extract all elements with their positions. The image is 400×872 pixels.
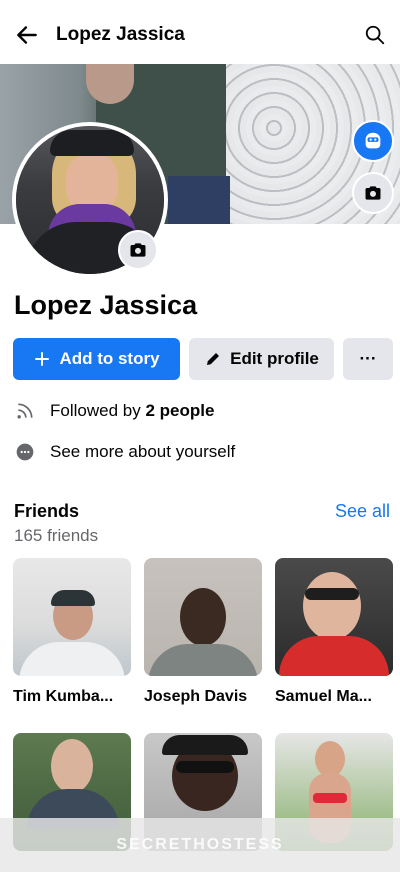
profile-name: Lopez Jassica <box>14 290 198 320</box>
friend-photo <box>13 558 131 676</box>
top-bar: Lopez Jassica <box>0 0 400 64</box>
friend-name: Tim Kumba... <box>13 688 114 705</box>
edit-profile-button[interactable]: Edit profile <box>189 338 334 380</box>
arrow-left-icon <box>17 26 37 44</box>
edit-profile-picture-button[interactable] <box>118 230 158 270</box>
search-button[interactable] <box>360 20 390 50</box>
add-to-story-button[interactable]: Add to story <box>13 338 180 380</box>
cover-jeans <box>168 176 230 224</box>
friend-name: Samuel Ma... <box>275 688 372 705</box>
friend-card[interactable]: Samuel Ma... <box>275 558 393 706</box>
friend-photo <box>275 558 393 676</box>
pencil-icon <box>204 350 222 368</box>
camera-icon <box>130 243 146 257</box>
friends-title: Friends <box>14 501 80 521</box>
add-to-story-label: Add to story <box>59 349 160 368</box>
followed-by-count[interactable]: 2 people <box>145 401 214 420</box>
avatar-face-icon <box>365 132 381 149</box>
see-all-friends-link[interactable]: See all <box>335 501 390 522</box>
followers-row[interactable]: Followed by 2 people <box>14 400 214 422</box>
more-dots-icon <box>14 441 36 463</box>
plus-icon <box>33 350 51 368</box>
friend-card[interactable]: Tim Kumba... <box>13 558 131 706</box>
more-dots-icon: ··· <box>359 349 377 368</box>
search-icon <box>365 25 385 45</box>
more-options-button[interactable]: ··· <box>343 338 393 380</box>
friend-name: Joseph Davis <box>144 688 248 705</box>
edit-cover-photo-button[interactable] <box>352 172 394 214</box>
page-title: Lopez Jassica <box>56 24 185 45</box>
followed-by-text: Followed by 2 people <box>50 401 214 421</box>
bottom-overlay: SECRETHOSTESS <box>0 818 400 872</box>
avatar-editor-button[interactable] <box>352 120 394 162</box>
friends-count: 165 friends <box>14 526 99 545</box>
see-more-about-row[interactable]: See more about yourself <box>14 441 235 463</box>
followed-by-prefix: Followed by <box>50 401 146 420</box>
edit-profile-label: Edit profile <box>230 349 319 368</box>
back-button[interactable] <box>12 20 42 50</box>
camera-icon <box>365 186 381 200</box>
friend-photo <box>144 558 262 676</box>
see-more-about-label: See more about yourself <box>50 442 236 461</box>
watermark: SECRETHOSTESS <box>116 836 284 853</box>
rss-icon <box>14 400 36 422</box>
friend-card[interactable]: Joseph Davis <box>144 558 262 706</box>
